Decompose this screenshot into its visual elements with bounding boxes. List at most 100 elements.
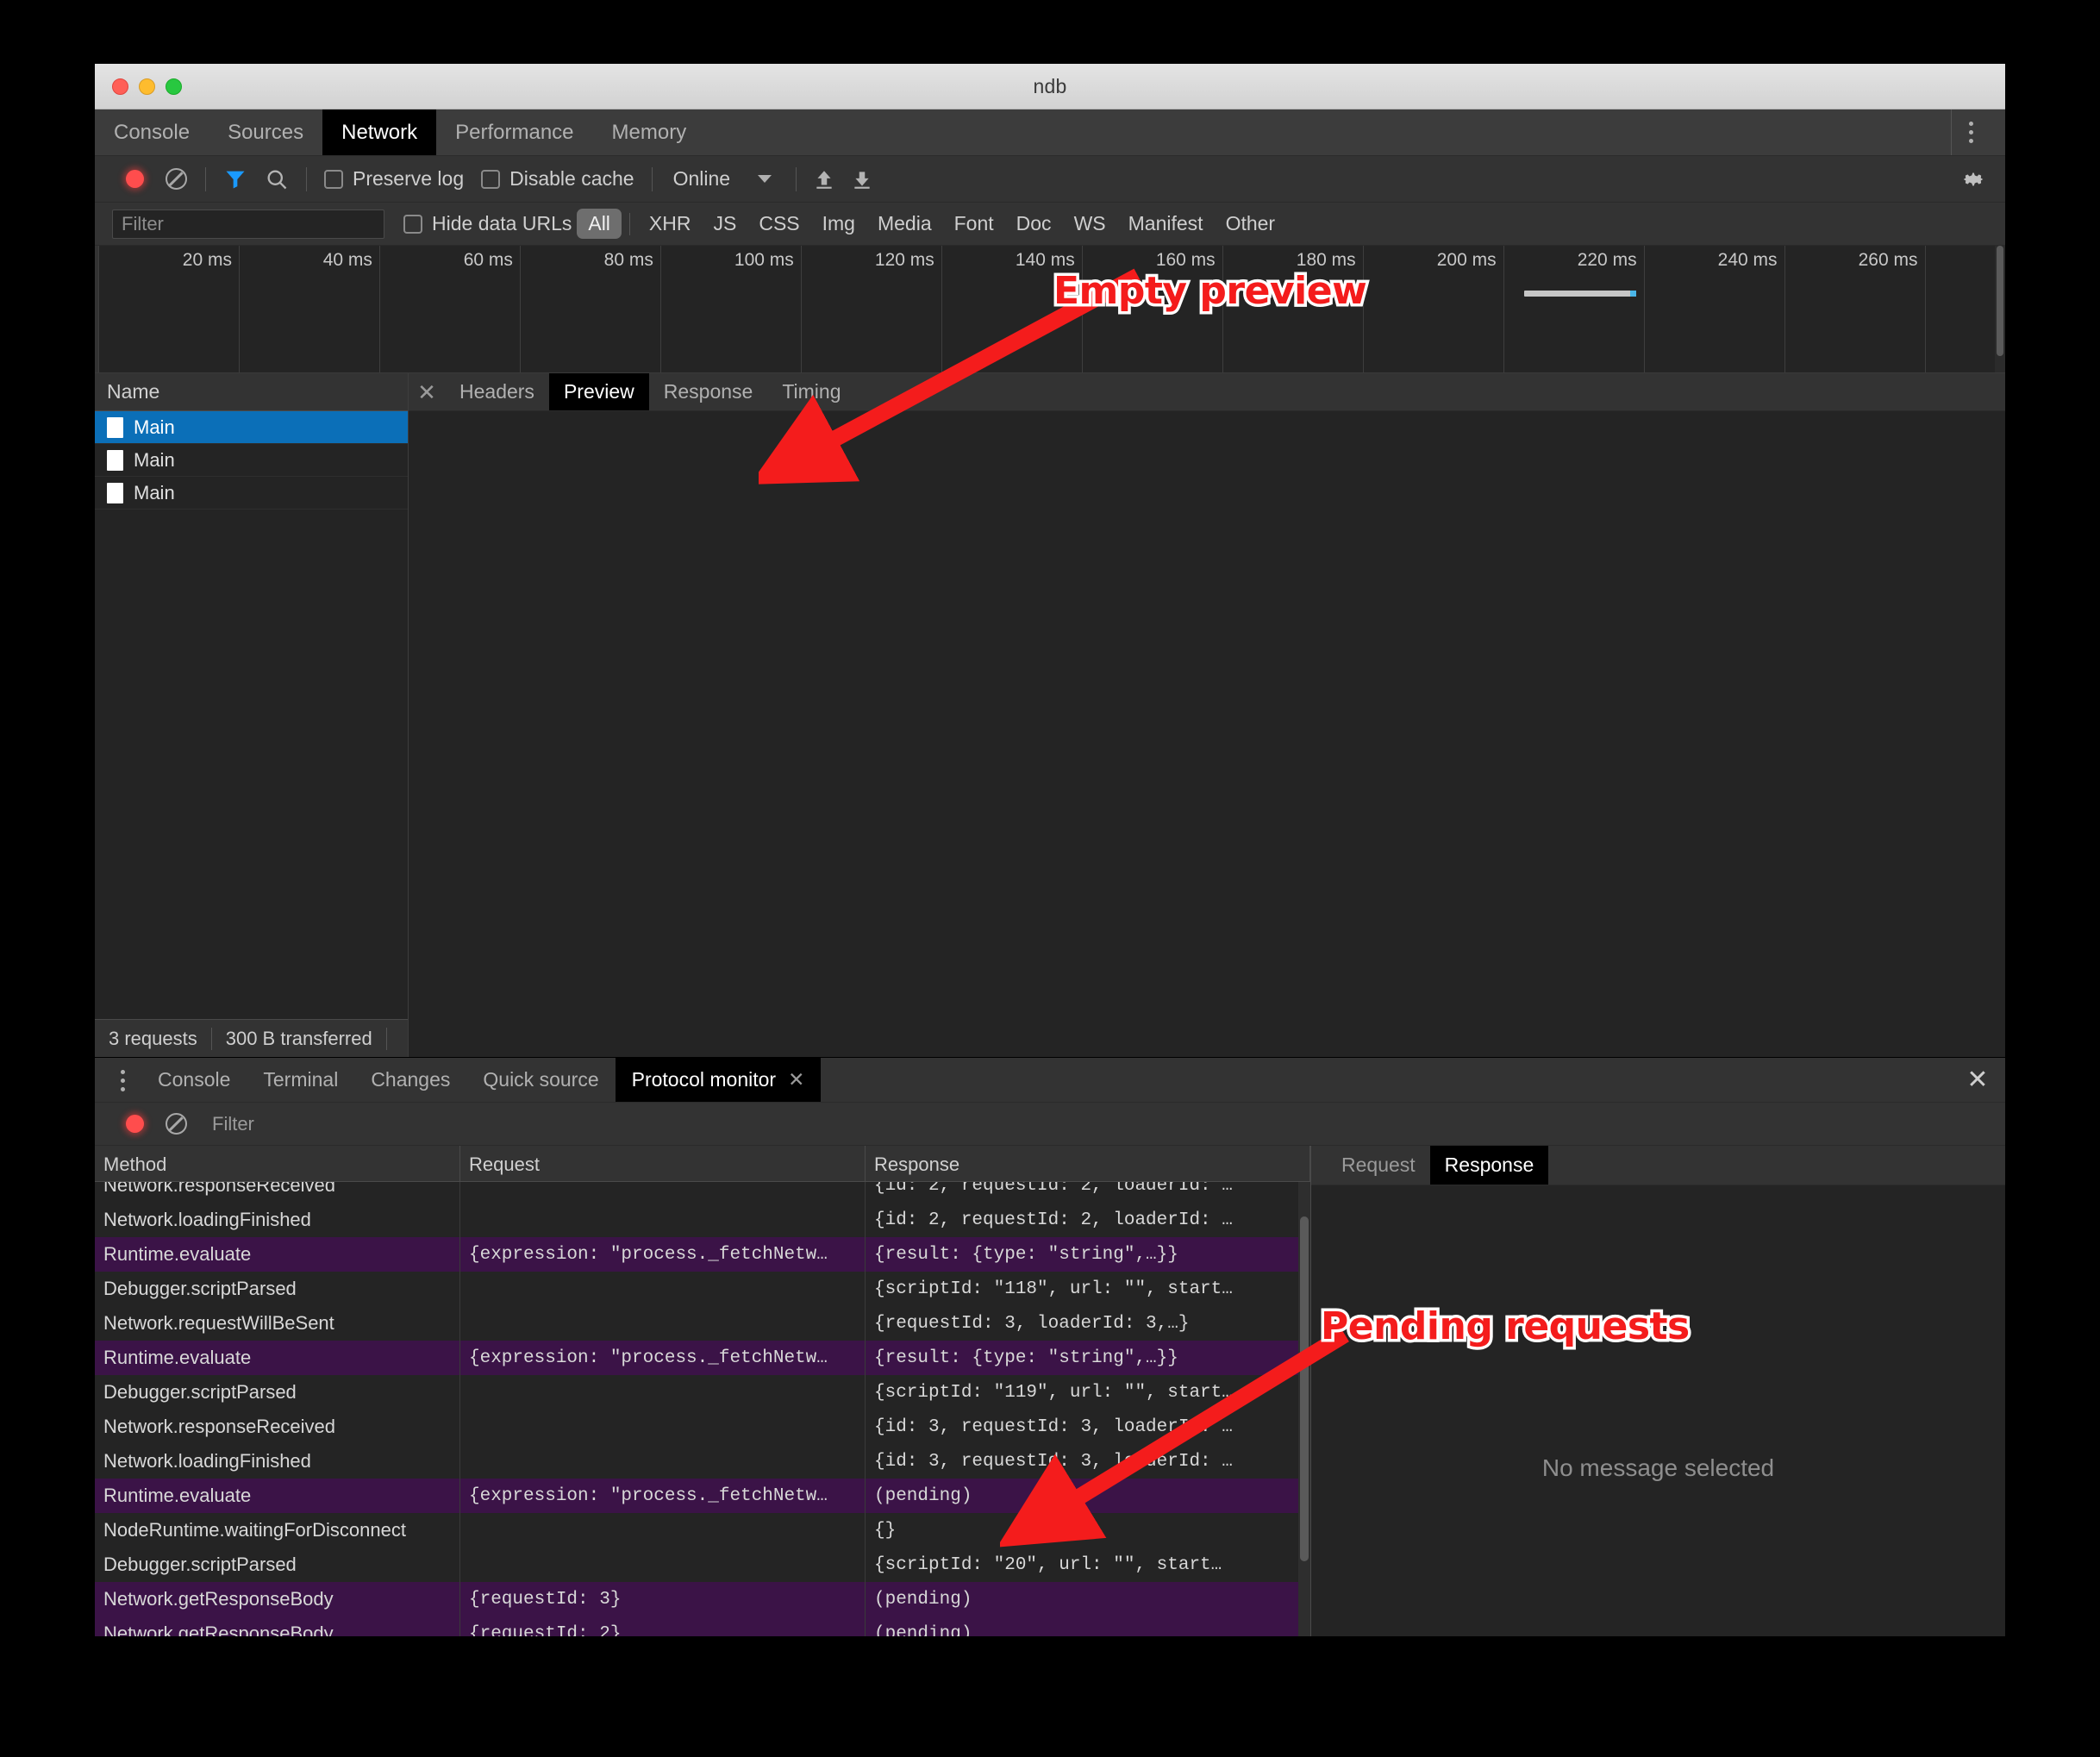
protocol-cell-request: {requestId: 2} bbox=[460, 1616, 866, 1636]
protocol-cell-response: (pending) bbox=[866, 1582, 1310, 1616]
type-filter-doc[interactable]: Doc bbox=[1005, 209, 1063, 239]
tab-console[interactable]: Console bbox=[95, 109, 209, 155]
preserve-log-checkbox[interactable]: Preserve log bbox=[316, 167, 472, 191]
export-har-button[interactable] bbox=[843, 166, 881, 192]
settings-button[interactable] bbox=[1960, 166, 2005, 192]
request-row[interactable]: Main bbox=[95, 477, 408, 510]
filter-toggle-button[interactable] bbox=[215, 159, 256, 200]
clear-button[interactable] bbox=[155, 159, 197, 200]
protocol-table-row[interactable]: Network.loadingFinished {id: 2, requestId… bbox=[95, 1203, 1310, 1237]
protocol-table-row[interactable]: Network.responseReceived {id: 2, requestI… bbox=[95, 1182, 1310, 1203]
timeline-tick: 60 ms bbox=[378, 246, 520, 372]
request-row[interactable]: Main bbox=[95, 411, 408, 444]
column-header-request[interactable]: Request bbox=[460, 1146, 866, 1181]
throttling-select[interactable]: Online bbox=[661, 167, 742, 191]
hide-data-urls-checkbox[interactable]: Hide data URLs bbox=[403, 212, 572, 235]
timeline-tick-label: 160 ms bbox=[1155, 250, 1216, 270]
drawer-tab-changes[interactable]: Changes bbox=[354, 1058, 466, 1102]
protocol-record-button[interactable] bbox=[114, 1104, 155, 1145]
tab-sources[interactable]: Sources bbox=[209, 109, 322, 155]
drawer-tab-console[interactable]: Console bbox=[141, 1058, 247, 1102]
protocol-cell-method: Runtime.evaluate bbox=[95, 1237, 460, 1272]
network-overview[interactable]: 20 ms 40 ms 60 ms 80 ms 100 ms 120 ms 140 ms 16… bbox=[95, 246, 2005, 373]
protocol-cell-response: {scriptId: "118", url: "", start… bbox=[866, 1272, 1310, 1306]
protocol-clear-button[interactable] bbox=[155, 1104, 197, 1145]
overview-scrollbar[interactable] bbox=[1995, 246, 2005, 372]
tab-network[interactable]: Network bbox=[322, 109, 437, 155]
toolbar-divider-4 bbox=[796, 166, 797, 191]
tab-memory[interactable]: Memory bbox=[593, 109, 706, 155]
type-filter-all[interactable]: All bbox=[577, 209, 622, 239]
tab-preview[interactable]: Preview bbox=[548, 373, 649, 410]
preview-content-empty bbox=[409, 411, 2005, 1057]
disable-cache-checkbox[interactable]: Disable cache bbox=[472, 167, 642, 191]
protocol-cell-request: {expression: "process._fetchNetw… bbox=[460, 1479, 866, 1513]
protocol-cell-response: {scriptId: "20", url: "", start… bbox=[866, 1548, 1310, 1582]
kebab-menu-icon[interactable] bbox=[1952, 122, 1990, 143]
type-filter-other[interactable]: Other bbox=[1215, 209, 1287, 239]
type-filter-xhr[interactable]: XHR bbox=[638, 209, 703, 239]
protocol-table-scrollbar[interactable] bbox=[1298, 1182, 1310, 1636]
protocol-table-row[interactable]: Runtime.evaluate {expression: "process._f… bbox=[95, 1341, 1310, 1375]
type-filter-media[interactable]: Media bbox=[866, 209, 943, 239]
protocol-table-row[interactable]: NodeRuntime.waitingForDisconnect {} bbox=[95, 1513, 1310, 1548]
record-dot-icon bbox=[125, 170, 144, 188]
preserve-log-label: Preserve log bbox=[353, 167, 465, 190]
funnel-icon bbox=[226, 171, 245, 188]
protocol-table-rows[interactable]: Network.responseReceived {id: 2, requestI… bbox=[95, 1182, 1310, 1636]
tab-performance[interactable]: Performance bbox=[436, 109, 592, 155]
protocol-tab-request[interactable]: Request bbox=[1327, 1146, 1430, 1185]
close-drawer-button[interactable]: ✕ bbox=[1950, 1058, 2005, 1102]
type-filter-ws[interactable]: WS bbox=[1063, 209, 1117, 239]
request-row[interactable]: Main bbox=[95, 444, 408, 477]
protocol-cell-response: {id: 2, requestId: 2, loaderId: … bbox=[866, 1203, 1310, 1237]
drawer-tab-protocol-monitor[interactable]: Protocol monitor ✕ bbox=[615, 1058, 822, 1102]
protocol-table-row[interactable]: Debugger.scriptParsed {scriptId: "119", u… bbox=[95, 1375, 1310, 1410]
record-button[interactable] bbox=[114, 159, 155, 200]
type-filter-js[interactable]: JS bbox=[702, 209, 747, 239]
drawer-tab-terminal[interactable]: Terminal bbox=[247, 1058, 354, 1102]
protocol-cell-request bbox=[460, 1272, 866, 1306]
search-button[interactable] bbox=[256, 159, 297, 200]
protocol-table-row[interactable]: Debugger.scriptParsed {scriptId: "20", ur… bbox=[95, 1548, 1310, 1582]
transferred-size: 300 B transferred bbox=[225, 1027, 372, 1049]
tab-timing[interactable]: Timing bbox=[767, 373, 855, 410]
protocol-table-row[interactable]: Runtime.evaluate {expression: "process._f… bbox=[95, 1237, 1310, 1272]
protocol-table-row[interactable]: Network.responseReceived {id: 3, requestI… bbox=[95, 1410, 1310, 1444]
protocol-table-row[interactable]: Network.requestWillBeSent {requestId: 3, … bbox=[95, 1306, 1310, 1341]
column-header-method[interactable]: Method bbox=[95, 1146, 460, 1181]
type-filter-font[interactable]: Font bbox=[943, 209, 1005, 239]
type-filter-css[interactable]: CSS bbox=[747, 209, 810, 239]
tab-headers[interactable]: Headers bbox=[445, 373, 549, 410]
window-titlebar: ndb bbox=[95, 64, 2005, 109]
tab-response[interactable]: Response bbox=[649, 373, 768, 410]
type-filter-manifest[interactable]: Manifest bbox=[1117, 209, 1215, 239]
request-name: Main bbox=[134, 448, 175, 471]
gear-icon bbox=[1963, 172, 1984, 185]
protocol-table-row[interactable]: Runtime.evaluate {expression: "process._f… bbox=[95, 1479, 1310, 1513]
app-window: ndb Console Sources Network Performance … bbox=[95, 64, 2005, 1636]
import-har-button[interactable] bbox=[805, 166, 843, 192]
drawer-menu-icon[interactable] bbox=[103, 1058, 141, 1103]
drawer-tab-quick-source[interactable]: Quick source bbox=[466, 1058, 615, 1102]
type-filter-img[interactable]: Img bbox=[811, 209, 866, 239]
filter-input[interactable] bbox=[112, 209, 384, 239]
close-icon[interactable]: ✕ bbox=[409, 373, 445, 410]
column-header-response[interactable]: Response bbox=[866, 1146, 1310, 1181]
request-name: Main bbox=[134, 416, 175, 438]
protocol-table-row[interactable]: Network.getResponseBody {requestId: 2} (pe… bbox=[95, 1616, 1310, 1636]
request-list-header[interactable]: Name bbox=[95, 373, 408, 411]
protocol-cell-request bbox=[460, 1548, 866, 1582]
close-icon[interactable]: ✕ bbox=[788, 1068, 804, 1091]
request-list[interactable]: Main Main Main bbox=[95, 411, 408, 1019]
protocol-tab-response[interactable]: Response bbox=[1429, 1146, 1549, 1185]
chevron-down-icon[interactable] bbox=[758, 175, 772, 183]
overview-timeline[interactable]: 20 ms 40 ms 60 ms 80 ms 100 ms 120 ms 140 ms 16… bbox=[98, 246, 2005, 372]
protocol-cell-method: Network.responseReceived bbox=[95, 1410, 460, 1444]
protocol-table-row[interactable]: Debugger.scriptParsed {scriptId: "118", u… bbox=[95, 1272, 1310, 1306]
timeline-tick: 240 ms bbox=[1643, 246, 1784, 372]
protocol-table-row[interactable]: Network.loadingFinished {id: 3, requestId… bbox=[95, 1444, 1310, 1479]
protocol-table-row[interactable]: Network.getResponseBody {requestId: 3} (pe… bbox=[95, 1582, 1310, 1616]
protocol-filter-input[interactable]: Filter bbox=[197, 1113, 254, 1135]
timeline-tick: 120 ms bbox=[800, 246, 941, 372]
